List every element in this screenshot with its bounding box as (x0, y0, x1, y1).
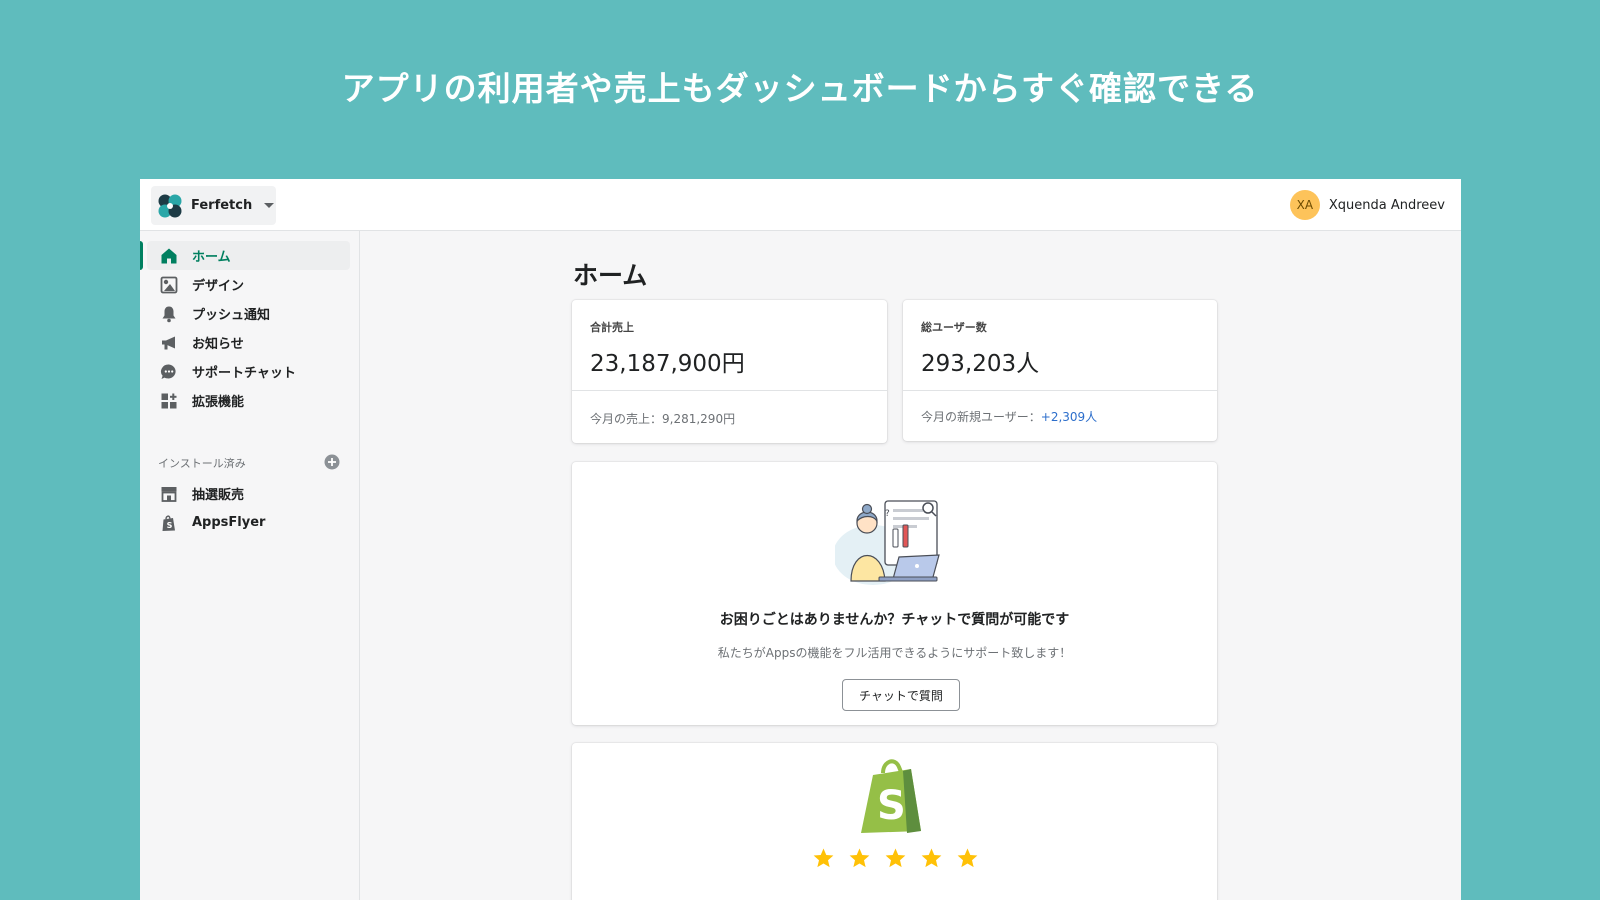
sidebar-item-label: AppsFlyer (192, 515, 266, 530)
sidebar-item-home[interactable]: ホーム (147, 241, 350, 270)
star-icon (957, 848, 978, 868)
top-bar: Ferfetch XA Xquenda Andreev (140, 179, 1461, 231)
divider (572, 390, 887, 391)
megaphone-icon (159, 333, 179, 353)
stat-value: 293,203人 (921, 351, 1040, 377)
store-logo-icon (158, 194, 182, 217)
app-window: Ferfetch XA Xquenda Andreev ホーム デザイン プッシ… (140, 179, 1461, 900)
stat-footer: 今月の新規ユーザー：+2,309人 (921, 408, 1097, 425)
home-icon (159, 246, 179, 266)
stat-label: 総ユーザー数 (921, 321, 987, 334)
help-title: お困りごとはありませんか？チャットで質問が可能です (719, 612, 1070, 628)
chat-question-button[interactable]: チャットで質問 (842, 679, 960, 711)
star-icon (813, 848, 834, 868)
review-card: S (572, 743, 1217, 900)
store-name: Ferfetch (191, 198, 253, 213)
banner-headline: アプリの利用者や売上もダッシュボードからすぐ確認できる (341, 69, 1259, 108)
design-icon (159, 275, 179, 295)
support-illustration-icon: ? (835, 500, 940, 585)
sidebar-item-label: デザイン (192, 279, 245, 294)
svg-text:S: S (877, 783, 906, 829)
active-indicator (140, 241, 143, 270)
stat-label: 合計売上 (590, 321, 634, 334)
apps-icon (159, 391, 179, 411)
chat-icon (159, 362, 179, 382)
chevron-down-icon (264, 203, 275, 208)
new-users-count: +2,309人 (1040, 410, 1098, 424)
add-circle-icon[interactable] (324, 454, 340, 470)
sidebar-item-news[interactable]: お知らせ (147, 328, 350, 357)
sidebar-item-label: ホーム (192, 250, 231, 265)
sidebar-item-label: お知らせ (192, 337, 244, 352)
sidebar-item-label: サポートチャット (192, 366, 296, 381)
page-title: ホーム (573, 261, 648, 290)
svg-text:S: S (167, 521, 173, 530)
user-name: Xquenda Andreev (1328, 197, 1445, 213)
user-menu[interactable]: XA Xquenda Andreev (1289, 190, 1445, 220)
sidebar-item-extensions[interactable]: 拡張機能 (147, 386, 350, 415)
total-users-card: 総ユーザー数 293,203人 今月の新規ユーザー：+2,309人 (903, 300, 1217, 441)
shopify-bag-icon: S (159, 513, 179, 533)
svg-text:?: ? (885, 509, 890, 519)
rating-stars (812, 847, 979, 870)
sidebar-item-label: 拡張機能 (192, 395, 245, 410)
divider (903, 390, 1217, 391)
sidebar-item-appsflyer[interactable]: S AppsFlyer (147, 508, 350, 537)
help-card: ? お困りごとはありませんか？チャットで質問が可能です 私たちがAppsの機能を… (572, 462, 1217, 725)
stat-footer-prefix: 今月の新規ユーザー： (921, 410, 1041, 424)
avatar: XA (1289, 190, 1320, 220)
sidebar-item-label: 抽選販売 (192, 488, 245, 503)
sidebar-item-design[interactable]: デザイン (147, 270, 350, 299)
stat-value: 23,187,900円 (590, 351, 745, 377)
bell-icon (159, 304, 179, 324)
sidebar-item-push[interactable]: プッシュ通知 (147, 299, 350, 328)
sidebar-item-support-chat[interactable]: サポートチャット (147, 357, 350, 386)
total-sales-card: 合計売上 23,187,900円 今月の売上：9,281,290円 (572, 300, 887, 443)
star-icon (849, 848, 870, 868)
help-description: 私たちがAppsの機能をフル活用できるようにサポート致します！ (717, 646, 1072, 660)
store-switcher[interactable]: Ferfetch (151, 186, 276, 225)
main-content: ホーム 合計売上 23,187,900円 今月の売上：9,281,290円 総ユ… (360, 231, 1461, 900)
sidebar-item-lottery-sales[interactable]: 抽選販売 (147, 479, 350, 508)
sidebar-item-label: プッシュ通知 (192, 308, 271, 323)
shopify-bag-logo-icon: S (861, 759, 921, 833)
sidebar: ホーム デザイン プッシュ通知 お知らせ サポートチャット 拡張機能 インストー… (140, 231, 360, 900)
stat-footer: 今月の売上：9,281,290円 (590, 412, 736, 426)
store-icon (159, 484, 179, 504)
star-icon (921, 848, 942, 868)
star-icon (885, 848, 906, 868)
installed-section-title: インストール済み (158, 457, 246, 470)
